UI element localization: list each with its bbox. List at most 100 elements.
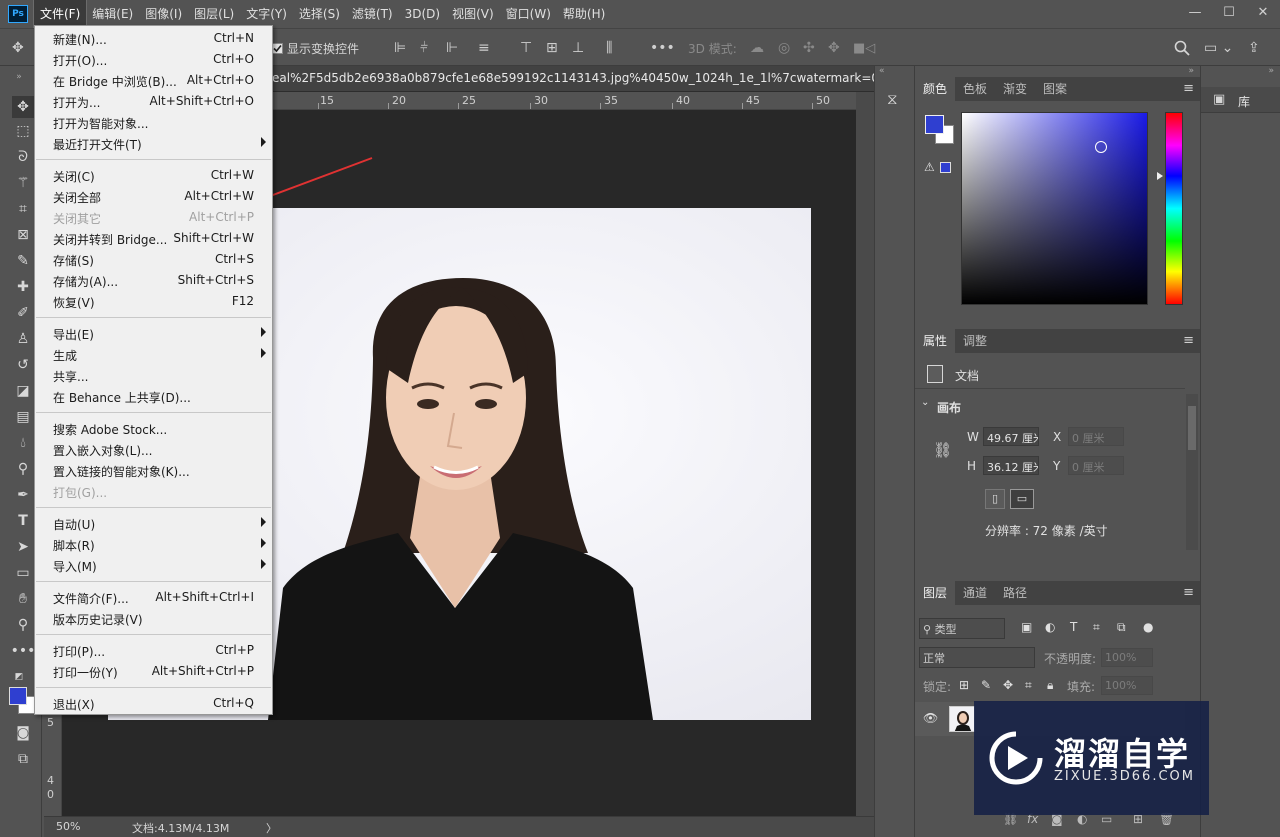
- fill-field[interactable]: 100%: [1101, 676, 1153, 695]
- menu-image[interactable]: 图像(I): [139, 0, 188, 28]
- magic-wand-tool-icon[interactable]: ⚚: [12, 172, 34, 194]
- file-menu-item[interactable]: 在 Behance 上共享(D)...: [35, 386, 272, 407]
- layer-filter-select[interactable]: ⚲ 类型: [919, 618, 1005, 639]
- 3d-slide-icon[interactable]: ✥: [828, 29, 840, 67]
- quick-mask-icon[interactable]: ◙: [12, 722, 34, 744]
- file-menu-item[interactable]: 脚本(R): [35, 534, 272, 555]
- history-panel-icon[interactable]: ⧖: [887, 90, 898, 108]
- path-selection-tool-icon[interactable]: ➤: [12, 536, 34, 558]
- rectangle-tool-icon[interactable]: ▭: [12, 562, 34, 584]
- link-icon[interactable]: ⛓: [933, 441, 952, 459]
- eye-icon[interactable]: 👁︎: [923, 711, 938, 725]
- tab-color[interactable]: 颜色: [915, 77, 956, 101]
- file-menu-item[interactable]: 搜索 Adobe Stock...: [35, 418, 272, 439]
- more-options-icon[interactable]: •••: [650, 29, 675, 67]
- align-right-icon[interactable]: ⊩: [446, 29, 458, 67]
- close-button[interactable]: ✕: [1246, 0, 1280, 24]
- pen-tool-icon[interactable]: ✒: [12, 484, 34, 506]
- file-menu-item[interactable]: 在 Bridge 中浏览(B)... Alt+Ctrl+O: [35, 70, 272, 91]
- hue-slider[interactable]: [1165, 112, 1183, 305]
- frame-tool-icon[interactable]: ⊠: [12, 224, 34, 246]
- panel-menu-icon[interactable]: ≡: [1183, 333, 1194, 348]
- file-menu-item[interactable]: 打印一份(Y) Alt+Shift+Ctrl+P: [35, 661, 272, 682]
- fg-color-chip[interactable]: [925, 115, 944, 134]
- file-menu-item[interactable]: 共享...: [35, 365, 272, 386]
- tab-layers[interactable]: 图层: [915, 581, 956, 605]
- file-menu-item[interactable]: 存储(S) Ctrl+S: [35, 249, 272, 270]
- menu-edit[interactable]: 编辑(E): [86, 0, 139, 28]
- filter-smart-object-icon[interactable]: ⧉: [1117, 620, 1126, 635]
- align-middle-icon[interactable]: ⊞: [546, 29, 558, 67]
- height-field[interactable]: 36.12 厘米: [983, 456, 1039, 475]
- file-menu-item[interactable]: 新建(N)... Ctrl+N: [35, 28, 272, 49]
- 3d-rotate-icon[interactable]: ☁: [750, 29, 764, 67]
- menu-select[interactable]: 选择(S): [293, 0, 346, 28]
- file-menu-item[interactable]: 生成: [35, 344, 272, 365]
- distribute-vertical-icon[interactable]: ⫼: [606, 29, 612, 67]
- 3d-roll-icon[interactable]: ◎: [778, 29, 790, 67]
- file-menu-item[interactable]: 关闭(C) Ctrl+W: [35, 165, 272, 186]
- align-top-icon[interactable]: ⊤: [520, 29, 532, 67]
- collapse-toolbar-icon[interactable]: »: [8, 66, 30, 88]
- color-field[interactable]: [961, 112, 1148, 305]
- hue-slider-handle[interactable]: [1157, 172, 1163, 180]
- edit-toolbar-icon[interactable]: •••: [11, 640, 36, 662]
- crop-tool-icon[interactable]: ⌗: [12, 198, 34, 220]
- collapse-library-icon[interactable]: »: [1268, 66, 1274, 76]
- move-tool-preset-icon[interactable]: ✥: [12, 29, 24, 67]
- eyedropper-tool-icon[interactable]: ✎: [12, 250, 34, 272]
- status-menu-icon[interactable]: 〉: [266, 820, 277, 836]
- color-picker-ring[interactable]: [1095, 141, 1107, 153]
- tab-swatches[interactable]: 色板: [955, 77, 995, 101]
- collapse-panels-icon[interactable]: »: [1188, 66, 1194, 76]
- filter-type-icon[interactable]: T: [1070, 620, 1077, 634]
- file-menu-item[interactable]: 自动(U): [35, 513, 272, 534]
- file-menu-item[interactable]: 文件简介(F)... Alt+Shift+Ctrl+I: [35, 587, 272, 608]
- filter-adjustment-icon[interactable]: ◐: [1045, 620, 1055, 634]
- default-colors-icon[interactable]: ◩: [8, 666, 30, 688]
- filter-pixel-icon[interactable]: ▣: [1021, 620, 1032, 634]
- 3d-scale-icon[interactable]: ■◁: [853, 29, 875, 67]
- 3d-pan-icon[interactable]: ✣: [803, 29, 815, 67]
- file-menu-item[interactable]: 恢复(V) F12: [35, 291, 272, 312]
- file-menu-item[interactable]: 导出(E): [35, 323, 272, 344]
- tab-adjustments[interactable]: 调整: [955, 329, 995, 353]
- lock-all-icon[interactable]: 🔒︎: [1047, 678, 1053, 693]
- zoom-level[interactable]: 50%: [56, 820, 80, 833]
- menu-file[interactable]: 文件(F): [32, 0, 88, 29]
- distribute-icon[interactable]: ≡: [478, 29, 490, 67]
- checkbox-icon[interactable]: [272, 42, 283, 54]
- healing-brush-tool-icon[interactable]: ✚: [12, 276, 34, 298]
- file-menu-item[interactable]: 关闭并转到 Bridge... Shift+Ctrl+W: [35, 228, 272, 249]
- menu-3d[interactable]: 3D(D): [399, 0, 446, 28]
- hand-tool-icon[interactable]: ✋︎: [12, 588, 34, 610]
- collapse-dock-icon[interactable]: «: [879, 66, 885, 76]
- file-menu-item[interactable]: 打开(O)... Ctrl+O: [35, 49, 272, 70]
- landscape-orientation-button[interactable]: ▭: [1010, 489, 1034, 509]
- lock-artboard-icon[interactable]: ⌗: [1025, 678, 1032, 693]
- file-menu-item[interactable]: 打印(P)... Ctrl+P: [35, 640, 272, 661]
- file-menu-item[interactable]: 退出(X) Ctrl+Q: [35, 693, 272, 714]
- portrait-orientation-button[interactable]: ▯: [985, 489, 1005, 509]
- menu-view[interactable]: 视图(V): [446, 0, 500, 28]
- gradient-tool-icon[interactable]: ▤: [12, 406, 34, 428]
- clone-stamp-tool-icon[interactable]: ♙: [12, 328, 34, 350]
- tab-paths[interactable]: 路径: [995, 581, 1035, 605]
- file-menu-item[interactable]: 版本历史记录(V): [35, 608, 272, 629]
- menu-layer[interactable]: 图层(L): [188, 0, 240, 28]
- file-menu-item[interactable]: 置入嵌入对象(L)...: [35, 439, 272, 460]
- minimize-button[interactable]: —: [1178, 0, 1212, 24]
- canvas-scrollbar[interactable]: [856, 92, 874, 816]
- tab-patterns[interactable]: 图案: [1035, 77, 1075, 101]
- workspace-icon[interactable]: ▭ ⌄: [1204, 29, 1233, 67]
- file-menu-item[interactable]: 导入(M): [35, 555, 272, 576]
- canvas-section-label[interactable]: 画布: [937, 399, 961, 416]
- menu-window[interactable]: 窗口(W): [500, 0, 557, 28]
- tab-properties[interactable]: 属性: [915, 329, 956, 353]
- lasso-tool-icon[interactable]: ᘐ: [12, 146, 34, 168]
- y-field[interactable]: 0 厘米: [1068, 456, 1124, 475]
- panel-menu-icon[interactable]: ≡: [1183, 585, 1194, 600]
- marquee-tool-icon[interactable]: ⬚: [12, 120, 34, 142]
- file-menu-item[interactable]: 打开为... Alt+Shift+Ctrl+O: [35, 91, 272, 112]
- chevron-down-icon[interactable]: ⌄: [921, 397, 929, 408]
